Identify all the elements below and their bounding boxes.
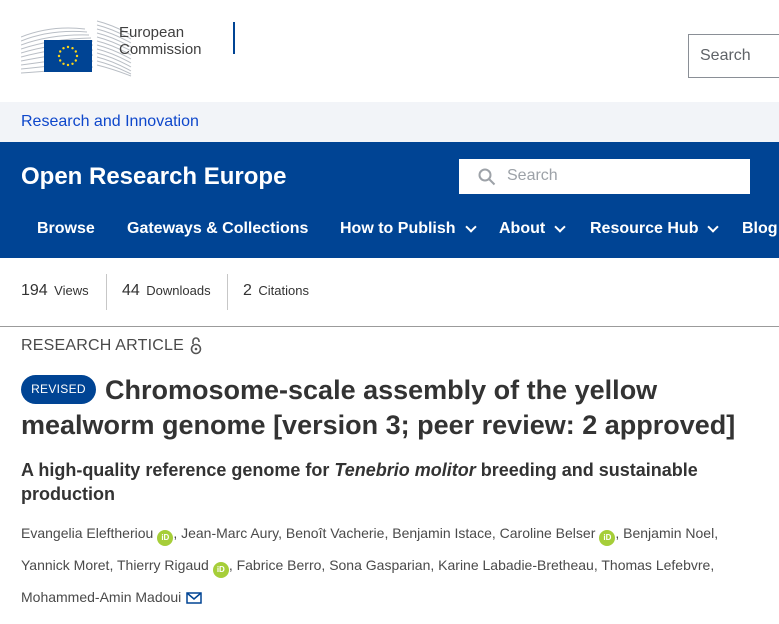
site-title[interactable]: Open Research Europe — [21, 163, 286, 191]
chevron-down-icon — [464, 221, 477, 233]
nav-item-resource-hub[interactable]: Resource Hub — [590, 220, 720, 238]
metric-citations: 2 Citations — [243, 282, 309, 300]
metric-views: 194 Views — [21, 282, 89, 300]
european-commission-logo[interactable] — [21, 19, 133, 77]
metric-label: Views — [54, 283, 89, 298]
author-link[interactable]: Mohammed-Amin Madoui — [21, 589, 181, 605]
author-link[interactable]: Thierry Rigaud — [117, 557, 209, 573]
nav-label: Resource Hub — [590, 220, 699, 237]
author-link[interactable]: Benoît Vacherie — [286, 525, 385, 541]
metric-divider — [227, 274, 228, 310]
logo-divider — [233, 22, 235, 54]
article-type: RESEARCH ARTICLE — [21, 336, 202, 355]
author-link[interactable]: Evangelia Eleftheriou — [21, 525, 153, 541]
ec-search-input[interactable]: Search — [688, 34, 779, 78]
author-link[interactable]: Fabrice Berro — [237, 557, 322, 573]
orcid-icon[interactable]: iD — [212, 562, 229, 578]
author-link[interactable]: Sona Gasparian — [329, 557, 430, 573]
section-divider — [0, 326, 779, 327]
article-subtitle: A high-quality reference genome for Tene… — [21, 458, 721, 506]
author-link[interactable]: Yannick Moret — [21, 557, 109, 573]
author-link[interactable]: Karine Labadie-Bretheau — [438, 557, 594, 573]
author-link[interactable]: Thomas Lefebvre — [601, 557, 710, 573]
nav-item-gateways-collections[interactable]: Gateways & Collections — [127, 220, 308, 238]
subtitle-text: A high-quality reference genome for — [21, 460, 335, 480]
mail-icon[interactable] — [186, 592, 203, 604]
search-icon — [478, 168, 496, 186]
metric-label: Citations — [258, 283, 309, 298]
nav-label: About — [499, 220, 546, 237]
author-link[interactable]: Benjamin Istace — [392, 525, 492, 541]
metric-value: 2 — [243, 282, 252, 299]
open-access-icon — [190, 337, 202, 355]
nav-label: Gateways & Collections — [127, 220, 309, 237]
orcid-icon[interactable]: iD — [157, 530, 174, 546]
chevron-down-icon — [554, 221, 566, 233]
article-metrics: 194 Views 44 Downloads 2 Citations — [0, 274, 779, 310]
metric-value: 44 — [122, 282, 140, 299]
main-nav: Browse Gateways & Collections How to Pub… — [0, 220, 779, 242]
article-title: Chromosome-scale assembly of the yellow … — [21, 375, 736, 440]
nav-label: How to Publish — [340, 220, 456, 237]
revised-badge: REVISED — [21, 375, 96, 404]
nav-label: Blog — [742, 220, 778, 237]
metric-value: 194 — [21, 282, 48, 299]
nav-item-how-to-publish[interactable]: How to Publish — [340, 220, 477, 238]
ec-logo-line1: European — [119, 24, 185, 41]
metric-label: Downloads — [146, 283, 211, 298]
author-link[interactable]: Jean-Marc Aury — [181, 525, 278, 541]
author-link[interactable]: Caroline Belser — [500, 525, 596, 541]
logo-lines-graphic — [21, 19, 133, 77]
breadcrumb-research-innovation-link[interactable]: Research and Innovation — [21, 113, 199, 131]
author-list: Evangelia Eleftheriou iD, Jean-Marc Aury,… — [21, 525, 719, 605]
ec-header: European Commission Search — [0, 0, 779, 102]
ec-logo-text: European Commission — [119, 24, 202, 58]
nav-item-about[interactable]: About — [499, 220, 566, 238]
nav-item-browse[interactable]: Browse — [37, 220, 95, 238]
nav-item-blog[interactable]: Blog — [742, 220, 778, 238]
nav-label: Browse — [37, 220, 95, 237]
ec-search-placeholder: Search — [700, 47, 751, 64]
article-type-label: RESEARCH ARTICLE — [21, 336, 184, 354]
site-header: Open Research Europe Search Browse Gatew… — [0, 142, 779, 258]
subtitle-species: Tenebrio molitor — [334, 460, 476, 480]
site-search-input[interactable]: Search — [459, 159, 750, 194]
metric-downloads: 44 Downloads — [122, 282, 211, 300]
metric-divider — [106, 274, 107, 310]
site-search-placeholder: Search — [507, 167, 558, 184]
author-link[interactable]: Benjamin Noel — [623, 525, 714, 541]
orcid-icon[interactable]: iD — [599, 530, 616, 546]
ec-logo-line2: Commission — [119, 41, 202, 58]
chevron-down-icon — [707, 221, 720, 233]
breadcrumb: Research and Innovation — [0, 102, 779, 142]
